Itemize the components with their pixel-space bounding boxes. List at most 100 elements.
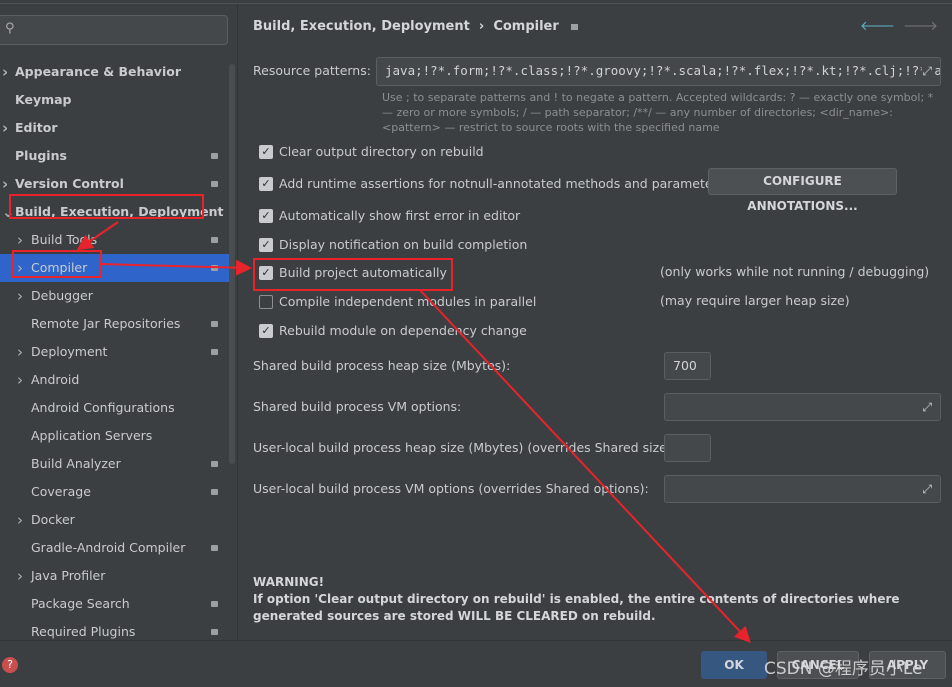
shared-heap-input[interactable]: 700 bbox=[664, 352, 711, 380]
sidebar-item[interactable]: › Build Tools bbox=[0, 226, 230, 254]
sidebar-item-label: Version Control bbox=[15, 176, 124, 191]
checkbox-label[interactable]: Clear output directory on rebuild bbox=[279, 144, 484, 159]
checkbox-label[interactable]: Automatically show first error in editor bbox=[279, 208, 520, 223]
settings-tree: › Appearance & Behavior Keymap › Editor Plugi… bbox=[0, 58, 230, 646]
chevron-right-icon[interactable]: › bbox=[2, 170, 8, 198]
sidebar-item[interactable]: › Docker bbox=[0, 506, 230, 534]
sidebar-item-label: Plugins bbox=[15, 148, 67, 163]
warning-title: WARNING! bbox=[253, 575, 325, 589]
lock-icon bbox=[211, 321, 218, 327]
lock-icon bbox=[571, 24, 579, 30]
sidebar-item[interactable]: Gradle-Android Compiler bbox=[0, 534, 230, 562]
sidebar-scrollbar[interactable] bbox=[229, 64, 235, 464]
shared-vm-input[interactable]: ⤢ bbox=[664, 393, 941, 421]
sidebar-item[interactable]: Remote Jar Repositories bbox=[0, 310, 230, 338]
back-arrow-icon[interactable]: 🡐 bbox=[860, 19, 895, 34]
lock-icon bbox=[211, 629, 218, 635]
sidebar-item[interactable]: › Appearance & Behavior bbox=[0, 58, 230, 86]
sidebar-item[interactable]: Build Analyzer bbox=[0, 450, 230, 478]
local-heap-input[interactable] bbox=[664, 434, 711, 462]
chevron-right-icon[interactable]: › bbox=[2, 58, 8, 86]
sidebar-item-label: Editor bbox=[15, 120, 58, 135]
sidebar-item[interactable]: ⌄ Build, Execution, Deployment bbox=[0, 198, 230, 226]
local-heap-label: User-local build process heap size (Mbyt… bbox=[253, 440, 676, 455]
sidebar-item[interactable]: › Editor bbox=[0, 114, 230, 142]
shared-heap-label: Shared build process heap size (Mbytes): bbox=[253, 358, 511, 373]
sidebar-item-label: Gradle-Android Compiler bbox=[31, 540, 186, 555]
warning-block: WARNING! If option 'Clear output directo… bbox=[253, 574, 923, 625]
lock-icon bbox=[211, 545, 218, 551]
help-icon[interactable]: ? bbox=[2, 657, 18, 673]
option-note: (may require larger heap size) bbox=[660, 293, 850, 308]
checkbox[interactable]: ✓ bbox=[259, 145, 273, 159]
chevron-right-icon[interactable]: › bbox=[17, 562, 23, 590]
sidebar-item[interactable]: › Debugger bbox=[0, 282, 230, 310]
settings-search-input[interactable]: ⚲ bbox=[0, 15, 228, 45]
sidebar-item-label: Android bbox=[31, 372, 80, 387]
sidebar-item[interactable]: Android Configurations bbox=[0, 394, 230, 422]
breadcrumb-parent[interactable]: Build, Execution, Deployment bbox=[253, 19, 470, 34]
local-vm-input[interactable]: ⤢ bbox=[664, 475, 941, 503]
expand-icon[interactable]: ⤢ bbox=[922, 482, 932, 497]
chevron-right-icon[interactable]: › bbox=[17, 254, 23, 282]
checkbox[interactable] bbox=[259, 295, 273, 309]
sidebar-item[interactable]: › Android bbox=[0, 366, 230, 394]
chevron-right-icon[interactable]: › bbox=[17, 226, 23, 254]
search-icon: ⚲ bbox=[5, 21, 15, 36]
checkbox-label[interactable]: Display notification on build completion bbox=[279, 237, 527, 252]
lock-icon bbox=[211, 349, 218, 355]
sidebar-item-label: Android Configurations bbox=[31, 400, 175, 415]
sidebar-item[interactable]: Keymap bbox=[0, 86, 230, 114]
sidebar-item-label: Keymap bbox=[15, 92, 72, 107]
checkbox[interactable]: ✓ bbox=[259, 209, 273, 223]
navigation-arrows: 🡐 🡒 bbox=[860, 18, 938, 34]
ok-button[interactable]: OK bbox=[701, 651, 767, 679]
sidebar-item-label: Build Tools bbox=[31, 232, 98, 247]
checkbox-label[interactable]: Rebuild module on dependency change bbox=[279, 323, 527, 338]
forward-arrow-icon[interactable]: 🡒 bbox=[903, 19, 938, 34]
sidebar-item[interactable]: Plugins bbox=[0, 142, 230, 170]
chevron-right-icon[interactable]: › bbox=[17, 366, 23, 394]
sidebar-item-label: Deployment bbox=[31, 344, 108, 359]
resource-patterns-input[interactable]: java;!?*.form;!?*.class;!?*.groovy;!?*.s… bbox=[376, 57, 941, 86]
sidebar-item-label: Coverage bbox=[31, 484, 91, 499]
settings-sidebar: ⚲ › Appearance & Behavior Keymap › Editor Plu… bbox=[0, 4, 237, 640]
sidebar-item[interactable]: › Compiler bbox=[0, 254, 230, 282]
breadcrumb-separator: › bbox=[478, 19, 485, 34]
compiler-settings-panel: Build, Execution, Deployment › Compiler … bbox=[238, 4, 952, 640]
sidebar-item-label: Required Plugins bbox=[31, 624, 136, 639]
checkbox-label[interactable]: Add runtime assertions for notnull-annot… bbox=[279, 176, 724, 191]
chevron-right-icon[interactable]: › bbox=[17, 506, 23, 534]
resource-patterns-hint: Use ; to separate patterns and ! to nega… bbox=[382, 91, 934, 134]
expand-icon[interactable]: ⤢ bbox=[922, 400, 932, 415]
sidebar-item-label: Java Profiler bbox=[31, 568, 106, 583]
chevron-right-icon[interactable]: › bbox=[17, 282, 23, 310]
sidebar-item[interactable]: Package Search bbox=[0, 590, 230, 618]
chevron-right-icon[interactable]: › bbox=[2, 114, 8, 142]
sidebar-item-label: Appearance & Behavior bbox=[15, 64, 181, 79]
checkbox[interactable]: ✓ bbox=[259, 177, 273, 191]
breadcrumb-current: Compiler bbox=[493, 19, 559, 34]
sidebar-item[interactable]: Coverage bbox=[0, 478, 230, 506]
sidebar-item[interactable]: › Version Control bbox=[0, 170, 230, 198]
sidebar-item-label: Docker bbox=[31, 512, 75, 527]
expand-icon[interactable]: ⤢ bbox=[922, 64, 932, 79]
sidebar-item[interactable]: › Java Profiler bbox=[0, 562, 230, 590]
checkbox[interactable]: ✓ bbox=[259, 266, 273, 280]
checkbox-label[interactable]: Compile independent modules in parallel bbox=[279, 294, 536, 309]
configure-annotations-button[interactable]: CONFIGURE ANNOTATIONS... bbox=[708, 168, 897, 213]
warning-text: If option 'Clear output directory on reb… bbox=[253, 592, 900, 623]
sidebar-item-label: Package Search bbox=[31, 596, 130, 611]
sidebar-item-label: Build Analyzer bbox=[31, 456, 121, 471]
lock-icon bbox=[211, 265, 218, 271]
chevron-right-icon[interactable]: › bbox=[17, 338, 23, 366]
checkbox[interactable]: ✓ bbox=[259, 238, 273, 252]
option-note: (only works while not running / debuggin… bbox=[660, 264, 930, 279]
checkbox[interactable]: ✓ bbox=[259, 324, 273, 338]
sidebar-item[interactable]: › Deployment bbox=[0, 338, 230, 366]
lock-icon bbox=[211, 237, 218, 243]
sidebar-item-label: Build, Execution, Deployment bbox=[15, 204, 224, 219]
sidebar-item[interactable]: Application Servers bbox=[0, 422, 230, 450]
checkbox-label[interactable]: Build project automatically bbox=[279, 265, 447, 280]
chevron-down-icon[interactable]: ⌄ bbox=[2, 198, 15, 226]
